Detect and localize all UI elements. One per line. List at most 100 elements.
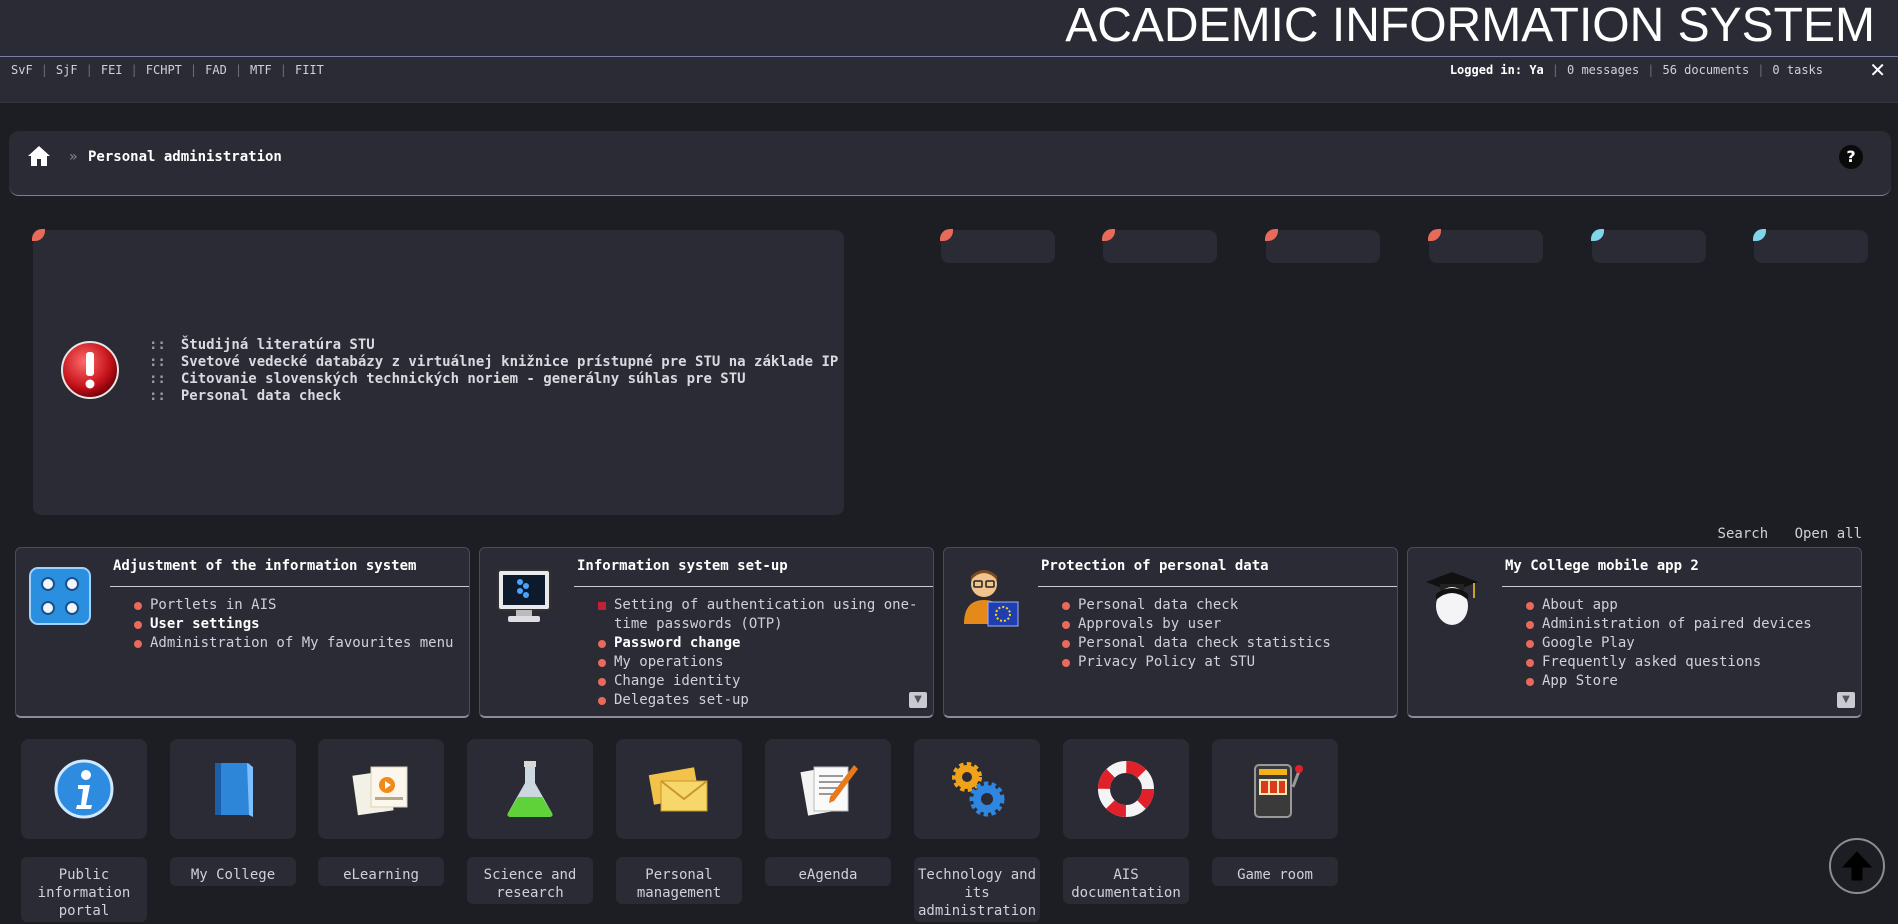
tile-label[interactable]: Science and research	[467, 857, 593, 904]
link-privacy-policy[interactable]: Privacy Policy at STU	[1062, 653, 1382, 672]
breadcrumb-separator: »	[69, 149, 78, 165]
scroll-top-button[interactable]	[1829, 838, 1885, 894]
gears-icon	[952, 762, 1005, 817]
link-my-operations[interactable]: My operations	[598, 653, 918, 672]
messages-link[interactable]: 0 messages	[1567, 63, 1639, 77]
monitor-icon	[497, 569, 551, 622]
link-paired-devices[interactable]: Administration of paired devices	[1526, 615, 1846, 634]
breadcrumb: » Personal administration ?	[9, 131, 1891, 196]
announcement-panel: :: Študijná literatúra STU :: Svetové vede…	[32, 229, 844, 515]
expand-chevron-icon[interactable]: ▼	[1837, 692, 1855, 708]
tile-public-portal[interactable]	[21, 739, 147, 839]
portlet-box[interactable]	[940, 229, 1055, 263]
panel-title: Protection of personal data	[1041, 558, 1269, 574]
faculty-link-fei[interactable]: FEI	[101, 63, 123, 77]
announcement-item[interactable]: :: Personal data check	[149, 388, 838, 405]
panel-link-list: Portlets in AIS User settings Administra…	[134, 596, 454, 653]
link-app-store[interactable]: App Store	[1526, 672, 1846, 691]
portlet-box[interactable]	[1265, 229, 1380, 263]
link-password-change[interactable]: Password change	[598, 634, 918, 653]
tile-label[interactable]: Public information portal	[21, 857, 147, 922]
panel-mobile-app: My College mobile app 2 About app Admini…	[1407, 547, 1862, 718]
tile-label[interactable]: AIS documentation	[1063, 857, 1189, 904]
home-icon[interactable]	[27, 145, 51, 167]
tile-ais-documentation[interactable]	[1063, 739, 1189, 839]
panel-toolbar: Search Open all	[1700, 526, 1862, 542]
lifebuoy-icon	[1098, 761, 1154, 817]
envelopes-icon	[648, 767, 708, 812]
tile-science-research[interactable]	[467, 739, 593, 839]
faculty-link-fiit[interactable]: FIIT	[295, 63, 324, 77]
top-header: ACADEMIC INFORMATION SYSTEM SvF | SjF | FE…	[0, 0, 1898, 103]
tile-technology[interactable]	[914, 739, 1040, 839]
panel-divider	[574, 586, 933, 587]
logout-close-icon[interactable]: ✕	[1869, 58, 1886, 82]
panel-link-list: Setting of authentication using one-time…	[598, 596, 918, 710]
slot-machine-icon	[1254, 764, 1303, 818]
panel-divider	[1038, 586, 1397, 587]
corner-marker	[940, 229, 953, 241]
announcement-item[interactable]: :: Študijná literatúra STU	[149, 337, 838, 354]
link-favourites-admin[interactable]: Administration of My favourites menu	[134, 634, 454, 653]
expand-chevron-icon[interactable]: ▼	[909, 692, 927, 708]
tile-label[interactable]: eLearning	[318, 857, 444, 886]
link-change-identity[interactable]: Change identity	[598, 672, 918, 691]
faculty-link-mtf[interactable]: MTF	[250, 63, 272, 77]
corner-marker	[1753, 229, 1766, 241]
panel-title: Adjustment of the information system	[113, 558, 417, 574]
tasks-link[interactable]: 0 tasks	[1772, 63, 1823, 77]
tile-label[interactable]: Game room	[1212, 857, 1338, 886]
user-name[interactable]: Ya	[1529, 63, 1543, 77]
tile-personal-management[interactable]	[616, 739, 742, 839]
portlet-box[interactable]	[1591, 229, 1706, 263]
faculty-nav: SvF | SjF | FEI | FCHPT | FAD | MTF | FIIT	[11, 63, 324, 77]
portlets-icon	[29, 567, 91, 625]
faculty-link-fchpt[interactable]: FCHPT	[146, 63, 182, 77]
book-icon	[215, 763, 253, 817]
tile-label[interactable]: eAgenda	[765, 857, 891, 886]
tile-my-college[interactable]	[170, 739, 296, 839]
faculty-link-svf[interactable]: SvF	[11, 63, 33, 77]
corner-marker	[32, 229, 45, 241]
elearning-icon	[352, 766, 408, 816]
portlet-box[interactable]	[1102, 229, 1217, 263]
tile-label[interactable]: Personal management	[616, 857, 742, 904]
logged-in-label: Logged in:	[1449, 63, 1523, 77]
link-faq[interactable]: Frequently asked questions	[1526, 653, 1846, 672]
link-data-check-statistics[interactable]: Personal data check statistics	[1062, 634, 1382, 653]
tile-game-room[interactable]	[1212, 739, 1338, 839]
portlet-box[interactable]	[1753, 229, 1868, 263]
link-delegates-setup[interactable]: Delegates set-up	[598, 691, 918, 710]
help-icon[interactable]: ?	[1839, 145, 1863, 169]
tile-label[interactable]: Technology and its administration	[914, 857, 1040, 922]
panel-title: My College mobile app 2	[1505, 558, 1699, 574]
faculty-link-sjf[interactable]: SjF	[56, 63, 78, 77]
link-about-app[interactable]: About app	[1526, 596, 1846, 615]
link-otp-setup[interactable]: Setting of authentication using one-time…	[598, 596, 918, 634]
corner-marker	[1591, 229, 1604, 241]
link-personal-data-check[interactable]: Personal data check	[1062, 596, 1382, 615]
faculty-link-fad[interactable]: FAD	[205, 63, 227, 77]
panel-personal-data: Protection of personal data Personal dat…	[943, 547, 1398, 718]
link-approvals-by-user[interactable]: Approvals by user	[1062, 615, 1382, 634]
documents-link[interactable]: 56 documents	[1662, 63, 1749, 77]
alert-icon	[61, 341, 119, 399]
header-divider	[0, 56, 1898, 57]
announcement-item[interactable]: :: Svetové vedecké databázy z virtuálnej …	[149, 354, 838, 371]
corner-marker	[1265, 229, 1278, 241]
link-user-settings[interactable]: User settings	[134, 615, 454, 634]
panel-divider	[110, 586, 469, 587]
tile-label[interactable]: My College	[170, 857, 296, 886]
tile-elearning[interactable]	[318, 739, 444, 839]
documents-icon	[800, 765, 858, 816]
search-link[interactable]: Search	[1718, 526, 1769, 542]
open-all-link[interactable]: Open all	[1795, 526, 1862, 542]
link-google-play[interactable]: Google Play	[1526, 634, 1846, 653]
arrow-up-icon	[1841, 851, 1873, 881]
portlet-box[interactable]	[1428, 229, 1543, 263]
link-portlets[interactable]: Portlets in AIS	[134, 596, 454, 615]
corner-marker	[1102, 229, 1115, 241]
app-title: ACADEMIC INFORMATION SYSTEM	[1065, 0, 1875, 52]
tile-eagenda[interactable]	[765, 739, 891, 839]
announcement-item[interactable]: :: Citovanie slovenských technických nori…	[149, 371, 838, 388]
